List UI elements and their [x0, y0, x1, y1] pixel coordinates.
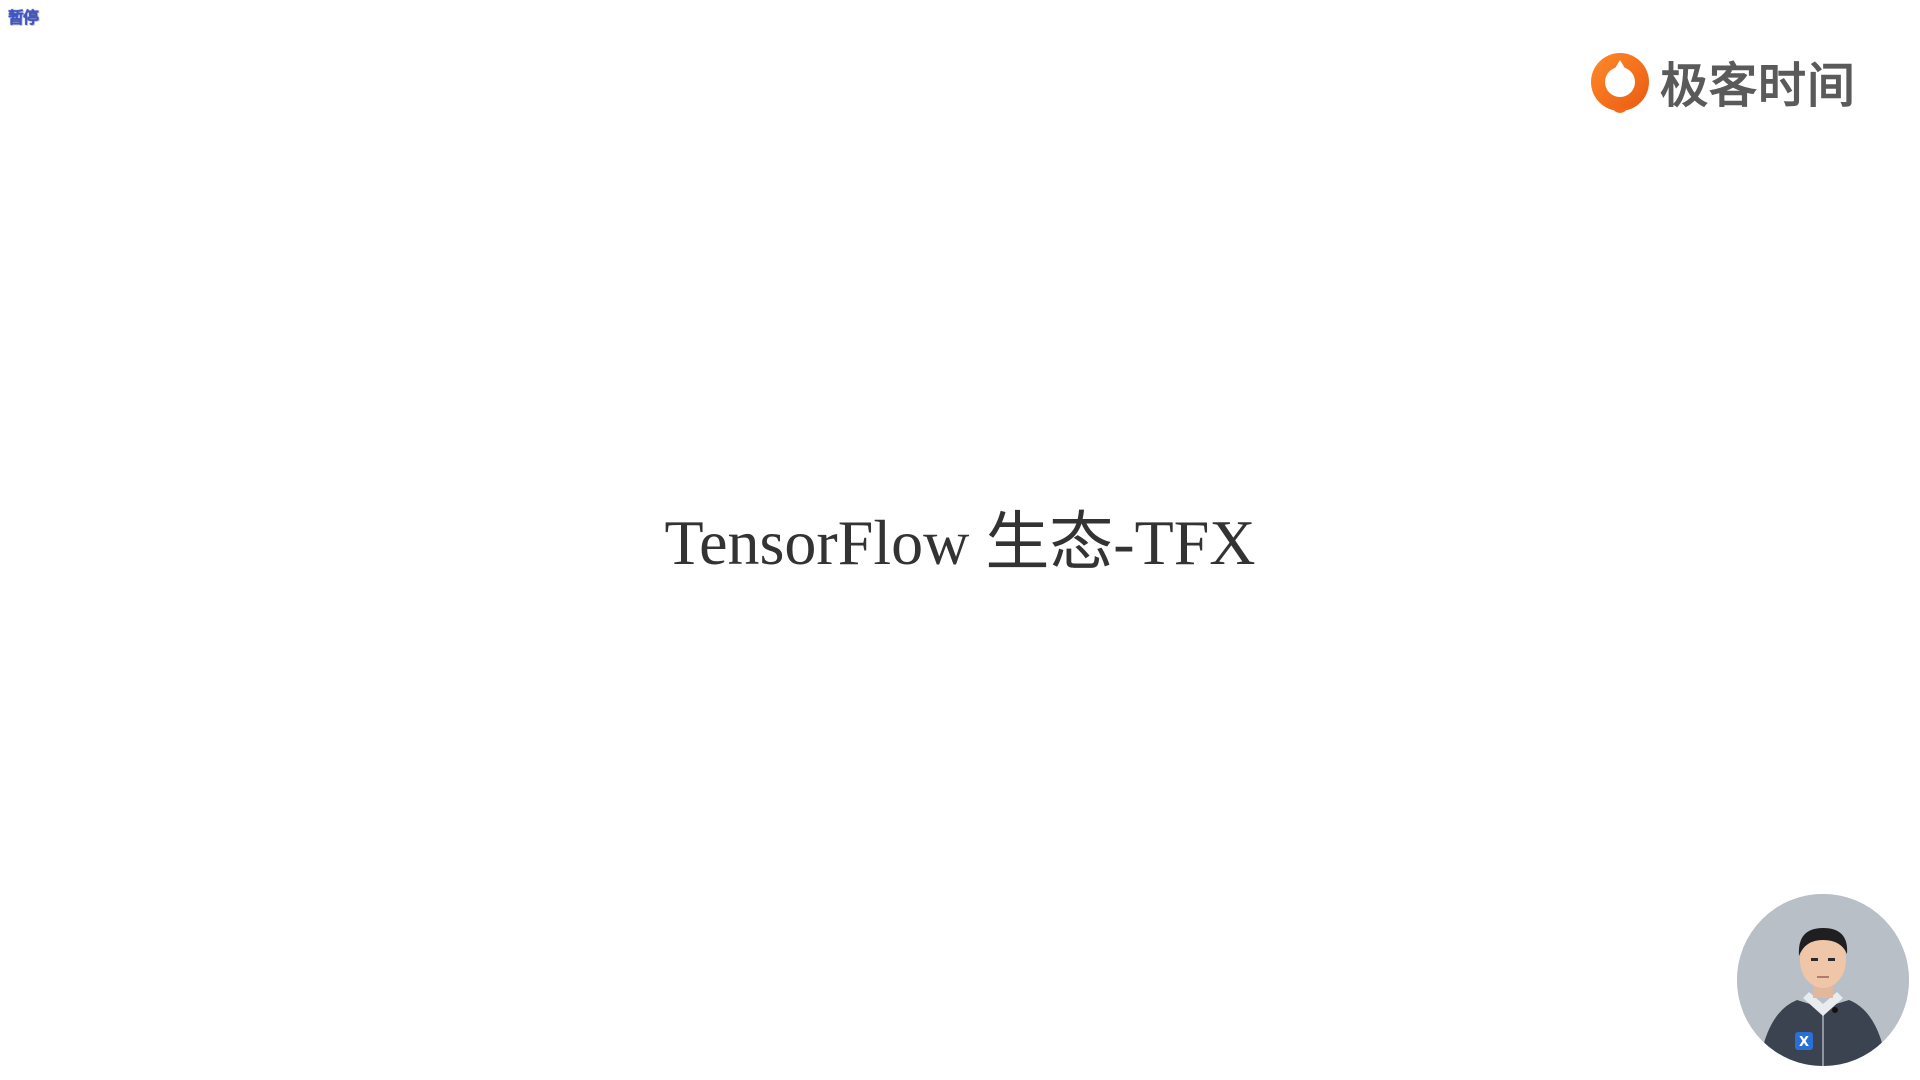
presenter-badge-letter: X: [1799, 1035, 1809, 1050]
slide-title: TensorFlow 生态-TFX: [664, 507, 1256, 578]
geektime-logo-icon: [1591, 53, 1649, 113]
presenter-video-avatar: X: [1737, 894, 1909, 1066]
presenter-video[interactable]: X: [1737, 894, 1909, 1066]
brand-watermark: 极客时间: [1588, 50, 1856, 122]
pause-indicator: 暂停: [8, 8, 39, 27]
brand-name: 极客时间: [1660, 58, 1857, 114]
video-player-screen[interactable]: 暂停 极客时间 TensorFlow 生态-TFX X: [0, 0, 1920, 1080]
